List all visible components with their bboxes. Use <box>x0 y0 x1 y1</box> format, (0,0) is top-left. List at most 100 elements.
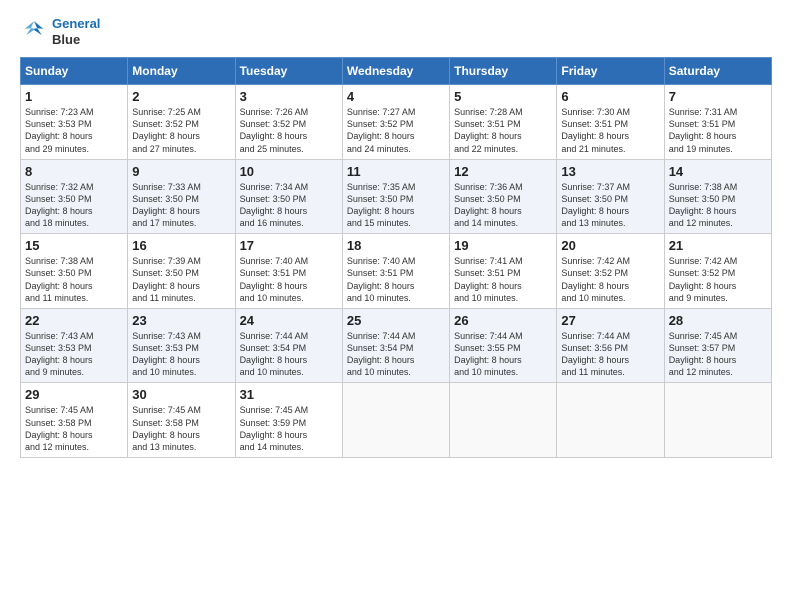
logo: General Blue <box>20 16 100 47</box>
day-number: 21 <box>669 238 767 253</box>
day-cell: 4 Sunrise: 7:27 AMSunset: 3:52 PMDaylight… <box>342 85 449 160</box>
day-number: 12 <box>454 164 552 179</box>
week-row-3: 15 Sunrise: 7:38 AMSunset: 3:50 PMDayligh… <box>21 234 772 309</box>
day-number: 31 <box>240 387 338 402</box>
day-details: Sunrise: 7:43 AMSunset: 3:53 PMDaylight:… <box>25 330 123 379</box>
day-number: 2 <box>132 89 230 104</box>
day-cell: 24Sunrise: 7:44 AMSunset: 3:54 PMDayligh… <box>235 308 342 383</box>
day-details: Sunrise: 7:38 AMSunset: 3:50 PMDaylight:… <box>669 181 767 230</box>
day-details: Sunrise: 7:27 AMSunset: 3:52 PMDaylight:… <box>347 106 445 155</box>
day-number: 18 <box>347 238 445 253</box>
day-cell: 8Sunrise: 7:32 AMSunset: 3:50 PMDaylight… <box>21 159 128 234</box>
day-number: 25 <box>347 313 445 328</box>
day-cell: 19 Sunrise: 7:41 AMSunset: 3:51 PMDayligh… <box>450 234 557 309</box>
calendar-table: SundayMondayTuesdayWednesdayThursdayFrid… <box>20 57 772 458</box>
day-details: Sunrise: 7:45 AMSunset: 3:58 PMDaylight:… <box>25 404 123 453</box>
day-cell: 31 Sunrise: 7:45 AMSunset: 3:59 PMDayligh… <box>235 383 342 458</box>
day-details: Sunrise: 7:38 AMSunset: 3:50 PMDaylight:… <box>25 255 123 304</box>
day-number: 11 <box>347 164 445 179</box>
day-header-wednesday: Wednesday <box>342 58 449 85</box>
day-cell: 10Sunrise: 7:34 AMSunset: 3:50 PMDayligh… <box>235 159 342 234</box>
day-number: 30 <box>132 387 230 402</box>
day-number: 4 <box>347 89 445 104</box>
day-cell: 3 Sunrise: 7:26 AMSunset: 3:52 PMDaylight… <box>235 85 342 160</box>
day-details: Sunrise: 7:36 AMSunset: 3:50 PMDaylight:… <box>454 181 552 230</box>
day-details: Sunrise: 7:45 AMSunset: 3:59 PMDaylight:… <box>240 404 338 453</box>
day-details: Sunrise: 7:44 AMSunset: 3:55 PMDaylight:… <box>454 330 552 379</box>
day-header-saturday: Saturday <box>664 58 771 85</box>
day-details: Sunrise: 7:44 AMSunset: 3:54 PMDaylight:… <box>347 330 445 379</box>
day-number: 15 <box>25 238 123 253</box>
day-number: 29 <box>25 387 123 402</box>
day-cell: 21Sunrise: 7:42 AMSunset: 3:52 PMDayligh… <box>664 234 771 309</box>
day-number: 19 <box>454 238 552 253</box>
day-details: Sunrise: 7:39 AMSunset: 3:50 PMDaylight:… <box>132 255 230 304</box>
day-cell: 18 Sunrise: 7:40 AMSunset: 3:51 PMDayligh… <box>342 234 449 309</box>
logo-bird-icon <box>20 18 48 46</box>
day-details: Sunrise: 7:41 AMSunset: 3:51 PMDaylight:… <box>454 255 552 304</box>
day-number: 17 <box>240 238 338 253</box>
day-details: Sunrise: 7:30 AMSunset: 3:51 PMDaylight:… <box>561 106 659 155</box>
day-cell: 23 Sunrise: 7:43 AMSunset: 3:53 PMDayligh… <box>128 308 235 383</box>
day-number: 5 <box>454 89 552 104</box>
day-number: 6 <box>561 89 659 104</box>
day-cell: 20Sunrise: 7:42 AMSunset: 3:52 PMDayligh… <box>557 234 664 309</box>
week-row-4: 22 Sunrise: 7:43 AMSunset: 3:53 PMDayligh… <box>21 308 772 383</box>
day-cell <box>664 383 771 458</box>
day-header-tuesday: Tuesday <box>235 58 342 85</box>
day-details: Sunrise: 7:31 AMSunset: 3:51 PMDaylight:… <box>669 106 767 155</box>
day-cell <box>450 383 557 458</box>
day-cell <box>557 383 664 458</box>
day-details: Sunrise: 7:45 AMSunset: 3:57 PMDaylight:… <box>669 330 767 379</box>
day-cell: 30 Sunrise: 7:45 AMSunset: 3:58 PMDayligh… <box>128 383 235 458</box>
day-number: 23 <box>132 313 230 328</box>
day-cell: 16Sunrise: 7:39 AMSunset: 3:50 PMDayligh… <box>128 234 235 309</box>
week-row-5: 29 Sunrise: 7:45 AMSunset: 3:58 PMDayligh… <box>21 383 772 458</box>
day-number: 24 <box>240 313 338 328</box>
day-details: Sunrise: 7:28 AMSunset: 3:51 PMDaylight:… <box>454 106 552 155</box>
day-details: Sunrise: 7:26 AMSunset: 3:52 PMDaylight:… <box>240 106 338 155</box>
day-number: 10 <box>240 164 338 179</box>
day-number: 22 <box>25 313 123 328</box>
day-cell: 22 Sunrise: 7:43 AMSunset: 3:53 PMDayligh… <box>21 308 128 383</box>
day-number: 14 <box>669 164 767 179</box>
day-header-thursday: Thursday <box>450 58 557 85</box>
day-details: Sunrise: 7:40 AMSunset: 3:51 PMDaylight:… <box>347 255 445 304</box>
day-header-monday: Monday <box>128 58 235 85</box>
header: General Blue <box>20 16 772 47</box>
day-cell: 12 Sunrise: 7:36 AMSunset: 3:50 PMDayligh… <box>450 159 557 234</box>
day-cell: 6 Sunrise: 7:30 AMSunset: 3:51 PMDaylight… <box>557 85 664 160</box>
day-details: Sunrise: 7:25 AMSunset: 3:52 PMDaylight:… <box>132 106 230 155</box>
day-cell: 9Sunrise: 7:33 AMSunset: 3:50 PMDaylight… <box>128 159 235 234</box>
day-cell: 7 Sunrise: 7:31 AMSunset: 3:51 PMDaylight… <box>664 85 771 160</box>
day-cell: 11 Sunrise: 7:35 AMSunset: 3:50 PMDayligh… <box>342 159 449 234</box>
week-row-1: 1Sunrise: 7:23 AMSunset: 3:53 PMDaylight… <box>21 85 772 160</box>
day-cell: 1Sunrise: 7:23 AMSunset: 3:53 PMDaylight… <box>21 85 128 160</box>
day-cell: 27 Sunrise: 7:44 AMSunset: 3:56 PMDayligh… <box>557 308 664 383</box>
day-cell: 28 Sunrise: 7:45 AMSunset: 3:57 PMDayligh… <box>664 308 771 383</box>
day-cell: 29 Sunrise: 7:45 AMSunset: 3:58 PMDayligh… <box>21 383 128 458</box>
page-container: General Blue SundayMondayTuesdayWednesda… <box>0 0 792 468</box>
day-number: 26 <box>454 313 552 328</box>
day-details: Sunrise: 7:35 AMSunset: 3:50 PMDaylight:… <box>347 181 445 230</box>
day-number: 27 <box>561 313 659 328</box>
day-cell: 5 Sunrise: 7:28 AMSunset: 3:51 PMDaylight… <box>450 85 557 160</box>
day-cell: 2 Sunrise: 7:25 AMSunset: 3:52 PMDaylight… <box>128 85 235 160</box>
week-row-2: 8Sunrise: 7:32 AMSunset: 3:50 PMDaylight… <box>21 159 772 234</box>
day-details: Sunrise: 7:32 AMSunset: 3:50 PMDaylight:… <box>25 181 123 230</box>
day-details: Sunrise: 7:45 AMSunset: 3:58 PMDaylight:… <box>132 404 230 453</box>
day-details: Sunrise: 7:43 AMSunset: 3:53 PMDaylight:… <box>132 330 230 379</box>
day-details: Sunrise: 7:44 AMSunset: 3:56 PMDaylight:… <box>561 330 659 379</box>
day-cell: 25 Sunrise: 7:44 AMSunset: 3:54 PMDayligh… <box>342 308 449 383</box>
day-details: Sunrise: 7:42 AMSunset: 3:52 PMDaylight:… <box>561 255 659 304</box>
day-number: 28 <box>669 313 767 328</box>
day-number: 9 <box>132 164 230 179</box>
day-cell: 17 Sunrise: 7:40 AMSunset: 3:51 PMDayligh… <box>235 234 342 309</box>
day-cell <box>342 383 449 458</box>
day-number: 3 <box>240 89 338 104</box>
day-cell: 15 Sunrise: 7:38 AMSunset: 3:50 PMDayligh… <box>21 234 128 309</box>
day-cell: 14 Sunrise: 7:38 AMSunset: 3:50 PMDayligh… <box>664 159 771 234</box>
day-details: Sunrise: 7:40 AMSunset: 3:51 PMDaylight:… <box>240 255 338 304</box>
day-header-friday: Friday <box>557 58 664 85</box>
day-number: 7 <box>669 89 767 104</box>
